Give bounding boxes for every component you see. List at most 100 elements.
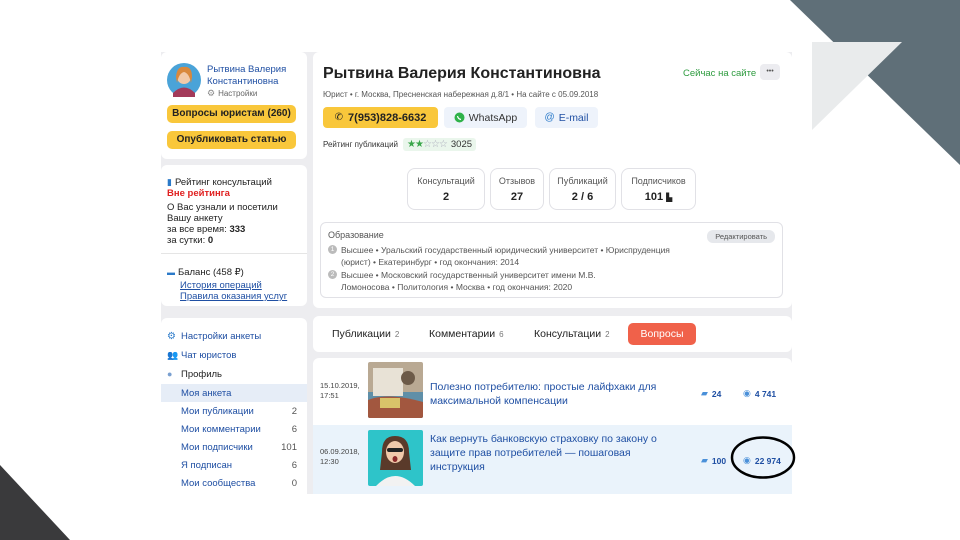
- education-entry-line: Высшее • Московский государственный унив…: [341, 270, 596, 280]
- visits-day-label: за сутки:: [167, 235, 206, 246]
- phone-button[interactable]: ✆ 7(953)828-6632: [323, 107, 438, 128]
- menu-item-subscribed[interactable]: Я подписан 6: [161, 456, 307, 474]
- rules-link[interactable]: Правила оказания услуг: [180, 291, 287, 302]
- post-title[interactable]: Как вернуть банковскую страховку по зако…: [430, 432, 685, 474]
- post-comments-count: 24: [711, 388, 722, 399]
- menu-profile[interactable]: ● Профиль: [161, 365, 307, 383]
- post-date-time: 17:51: [320, 391, 339, 400]
- post-comments-count: 100: [711, 455, 727, 466]
- tab-consultations[interactable]: Консультации 2: [534, 328, 610, 340]
- star-icons: ★★☆☆☆: [407, 139, 448, 150]
- wallet-icon: ▬: [167, 268, 175, 277]
- post-title[interactable]: Полезно потребителю: простые лайфхаки дл…: [430, 380, 685, 408]
- avatar[interactable]: [167, 63, 201, 97]
- visits-day-value: 0: [207, 235, 214, 246]
- education-entry: 2 Высшее • Московский государственный ун…: [328, 269, 596, 293]
- email-button[interactable]: @ E-mail: [535, 107, 598, 128]
- tabs-card: Публикации 2 Комментарии 6 Консультации 2 В…: [313, 316, 792, 352]
- post-date: 06.09.2018, 12:30: [320, 447, 360, 467]
- menu-lawyers-chat-label: Чат юристов: [181, 349, 237, 361]
- at-icon: @: [544, 112, 555, 123]
- history-link[interactable]: История операций: [180, 280, 262, 291]
- phone-icon: ✆: [334, 112, 344, 123]
- education-box: Образование Редактировать 1 Высшее • Ура…: [320, 222, 783, 298]
- visits-total-label: за все время:: [167, 224, 227, 235]
- profile-card: Рытвина Валерия Константиновна Сейчас на…: [313, 52, 792, 308]
- menu-item-my-subscribers[interactable]: Мои подписчики 101: [161, 438, 307, 456]
- menu-profile-settings[interactable]: ⚙ Настройки анкеты: [161, 327, 307, 345]
- questions-button[interactable]: Вопросы юристам (260): [167, 105, 296, 123]
- comment-icon: ▰: [701, 388, 708, 398]
- menu-item-label: Мои сообщества: [181, 477, 256, 489]
- education-entry-text: Высшее • Московский государственный унив…: [341, 269, 596, 293]
- star-icon: ★: [415, 139, 424, 150]
- whatsapp-button[interactable]: WhatsApp: [444, 107, 527, 128]
- stat-label: Подписчиков: [631, 176, 686, 186]
- post-views-count: 4 741: [754, 388, 777, 399]
- stat-label: Отзывов: [498, 176, 536, 186]
- menu-item-my-comments[interactable]: Мои комментарии 6: [161, 420, 307, 438]
- tab-comments[interactable]: Комментарии 6: [429, 328, 504, 340]
- tab-questions[interactable]: Вопросы: [628, 323, 696, 345]
- decor-top-right: [790, 0, 960, 165]
- balance-label: Баланс (458 ₽): [178, 267, 244, 278]
- bar-chart-icon: ▙: [666, 193, 673, 202]
- post-thumbnail[interactable]: [368, 362, 423, 418]
- education-title: Образование: [328, 230, 384, 240]
- tab-count: 2: [605, 330, 610, 339]
- rating-status: Вне рейтинга: [167, 188, 230, 199]
- entry-number-badge: 2: [328, 270, 337, 279]
- comment-icon: ▰: [701, 455, 708, 465]
- menu-lawyers-chat[interactable]: 👥 Чат юристов: [161, 346, 307, 364]
- highlight-circle: [730, 436, 796, 479]
- menu-item-count: 6: [291, 423, 297, 435]
- star-icon: ☆: [438, 139, 448, 150]
- rating-stars: ★★☆☆☆ 3025: [403, 138, 477, 151]
- email-label: E-mail: [558, 111, 589, 124]
- post-thumbnail[interactable]: [368, 430, 423, 486]
- menu-item-my-communities[interactable]: Мои сообщества 0: [161, 474, 307, 492]
- menu-item-label: Мои публикации: [181, 405, 254, 417]
- star-icon: ☆: [430, 139, 440, 150]
- publish-article-button[interactable]: Опубликовать статью: [167, 131, 296, 149]
- visits-total-value: 333: [229, 224, 246, 235]
- menu-item-my-publications[interactable]: Мои публикации 2: [161, 402, 307, 420]
- sidebar-user-name[interactable]: Рытвина Валерия Константиновна: [207, 64, 302, 88]
- stat-consultations[interactable]: Консультаций 2: [407, 168, 485, 210]
- visits-text: О Вас узнали и посетили Вашу анкету: [167, 202, 278, 224]
- decor-bottom-left: [0, 465, 70, 540]
- settings-link[interactable]: ⚙ Настройки: [207, 88, 257, 99]
- menu-item-label: Мои комментарии: [181, 423, 261, 435]
- edit-button[interactable]: Редактировать: [707, 230, 775, 243]
- menu-item-label: Я подписан: [181, 459, 232, 471]
- stat-reviews[interactable]: Отзывов 27: [490, 168, 544, 210]
- post-item[interactable]: 15.10.2019, 17:51 Полезно потребителю: пр…: [313, 359, 792, 422]
- menu-item-label: Мои подписчики: [181, 441, 253, 453]
- publications-rating: Рейтинг публикаций ★★☆☆☆ 3025: [323, 138, 477, 151]
- stat-value: 101: [644, 191, 664, 203]
- stat-label: Консультаций: [417, 176, 475, 186]
- rating-label: Рейтинг публикаций: [323, 140, 399, 149]
- bar-chart-icon: ▮: [167, 177, 172, 187]
- stat-value: 2 / 6: [571, 191, 594, 203]
- menu-item-my-profile[interactable]: Моя анкета: [161, 384, 307, 402]
- star-icon: ★: [407, 139, 416, 150]
- tab-publications[interactable]: Публикации 2: [332, 328, 399, 340]
- divider: [161, 253, 307, 254]
- menu-item-count: 101: [281, 441, 297, 453]
- tab-label: Консультации: [534, 328, 602, 340]
- stat-value: 27: [510, 191, 524, 203]
- post-item-highlighted[interactable]: 06.09.2018, 12:30 Как вернуть банковскую …: [313, 425, 792, 494]
- stat-subscribers[interactable]: Подписчиков 101 ▙: [621, 168, 696, 210]
- visits-day: за сутки: 0: [167, 235, 213, 246]
- stat-publications[interactable]: Публикаций 2 / 6: [549, 168, 616, 210]
- stat-label: Публикаций: [557, 176, 608, 186]
- rating-title: ▮ Рейтинг консультаций: [167, 177, 272, 188]
- gear-icon: ⚙: [167, 330, 176, 342]
- menu-item-count: 2: [291, 405, 297, 417]
- post-date-day: 06.09.2018,: [320, 447, 360, 456]
- settings-label: Настройки: [218, 89, 258, 98]
- menu-item-label: Моя анкета: [181, 387, 232, 399]
- more-button[interactable]: •••: [760, 64, 780, 80]
- menu-profile-label: Профиль: [181, 368, 223, 380]
